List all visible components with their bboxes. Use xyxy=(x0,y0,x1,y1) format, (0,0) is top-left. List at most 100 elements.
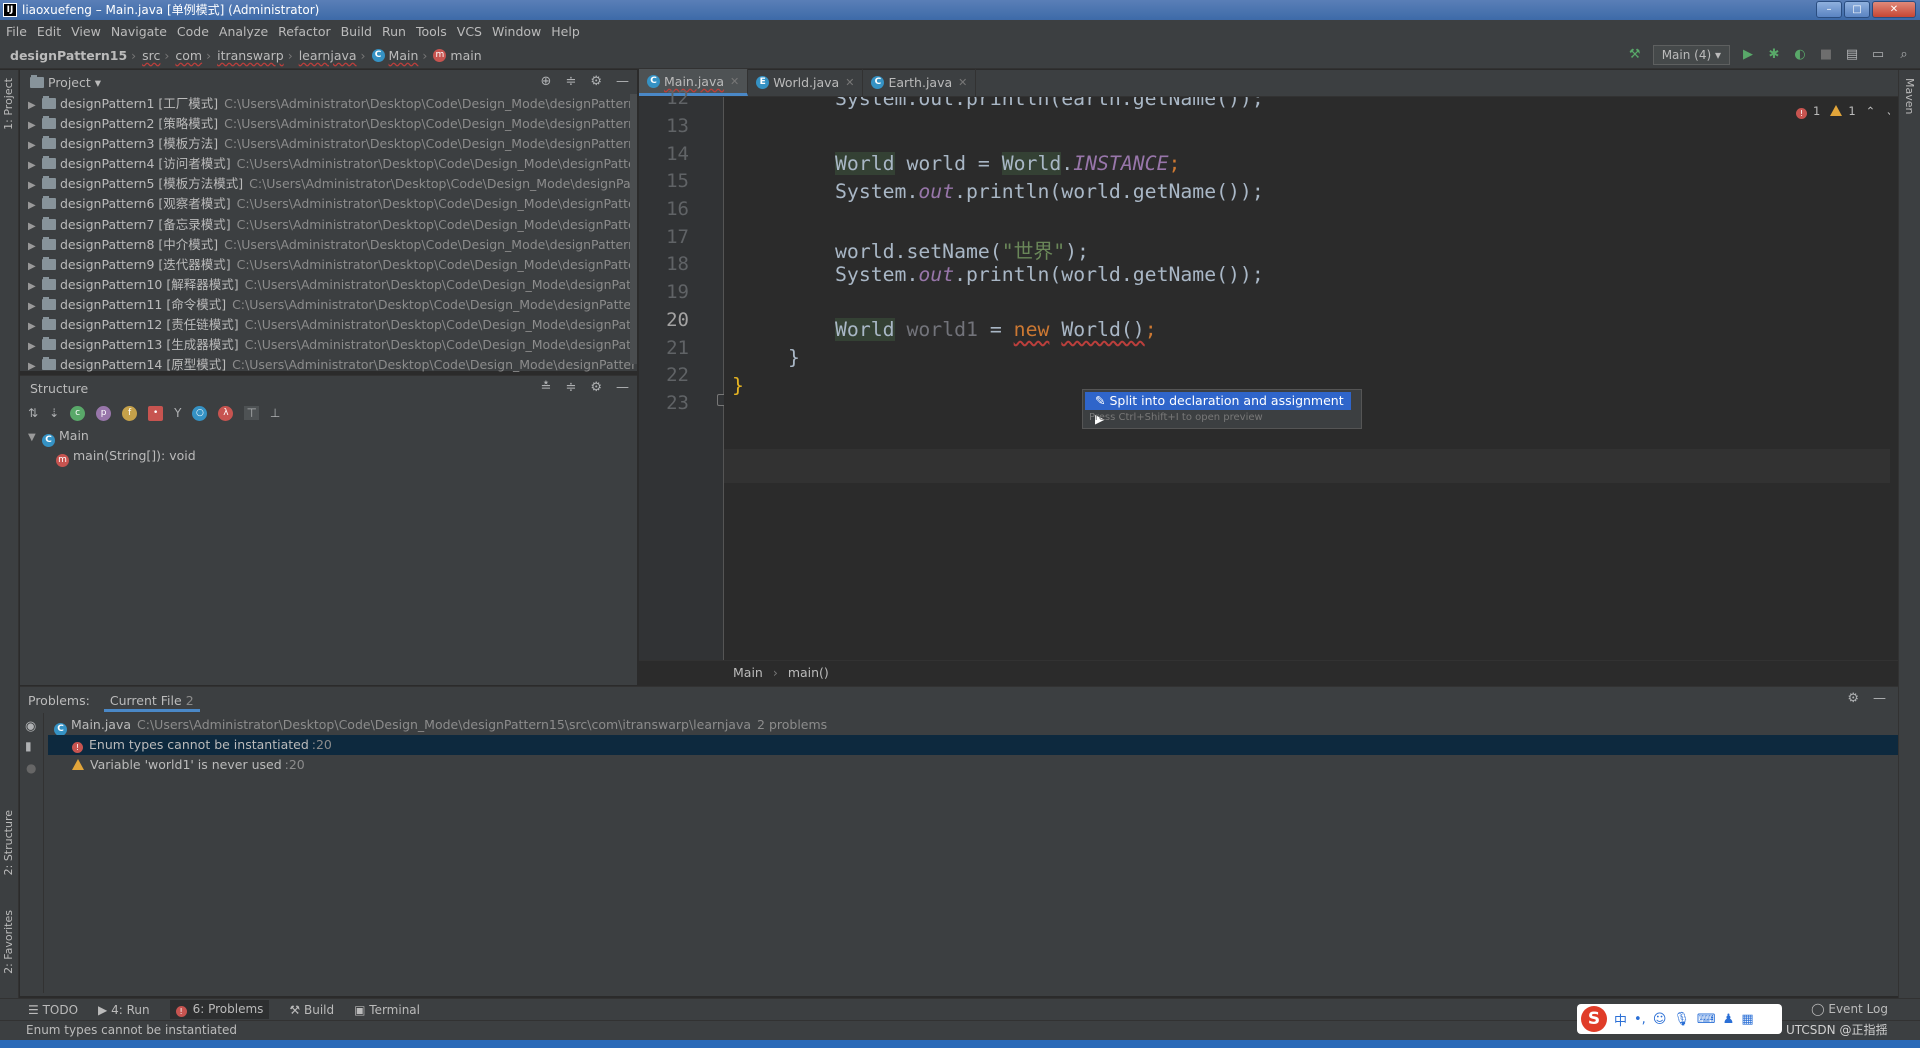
tab-current-file[interactable]: Current File 2 xyxy=(103,689,200,712)
run-tool-button[interactable]: ▶ 4: Run xyxy=(98,1003,150,1017)
ime-user-icon[interactable]: ♟ xyxy=(1723,1012,1735,1027)
collapse-all-icon[interactable]: ≑ xyxy=(565,74,576,89)
project-tree-item[interactable]: ▶ designPattern5 [模板方法模式] C:\Users\Adminis… xyxy=(20,174,637,194)
show-non-public-icon[interactable]: • xyxy=(148,405,164,421)
breadcrumb-main-class[interactable]: Main xyxy=(389,48,419,63)
expand-arrow-icon[interactable]: ▶ xyxy=(28,116,42,134)
todo-tool-button[interactable]: ☰ TODO xyxy=(28,1003,78,1017)
structure-tool-tab[interactable]: 2: Structure xyxy=(2,810,15,875)
previous-highlight-icon[interactable]: ⌃ xyxy=(1866,104,1876,119)
expand-arrow-icon[interactable]: ▶ xyxy=(28,196,42,214)
problems-tool-button[interactable]: ! 6: Problems xyxy=(169,1000,270,1019)
project-tree-item[interactable]: ▶ designPattern3 [模板方法] C:\Users\Administr… xyxy=(20,134,637,154)
breadcrumb-com[interactable]: com xyxy=(175,48,202,63)
inspection-widget[interactable]: !1 1 ⌃ ⌄ xyxy=(1796,104,1895,119)
menu-file[interactable]: File xyxy=(6,24,27,39)
editor-crumb-class[interactable]: Main xyxy=(733,665,763,680)
project-scrollbar[interactable] xyxy=(630,94,637,364)
ime-toolbar[interactable]: S 中 •, ☺ 🎙 ⌨ ♟ ▦ xyxy=(1577,1004,1782,1034)
project-tree-item[interactable]: ▶ designPattern6 [观察者模式] C:\Users\Administ… xyxy=(20,194,637,214)
terminal-tool-button[interactable]: ▣ Terminal xyxy=(354,1003,420,1017)
settings-gear-icon[interactable]: ⚙ xyxy=(1847,691,1859,706)
project-tree-item[interactable]: ▶ designPattern14 [原型模式] C:\Users\Administ… xyxy=(20,355,637,375)
sort-by-visibility-icon[interactable]: ⇅ xyxy=(28,406,38,420)
menu-code[interactable]: Code xyxy=(177,24,209,39)
project-tree-item[interactable]: ▶ designPattern7 [备忘录模式] C:\Users\Administ… xyxy=(20,215,637,235)
show-properties-icon[interactable]: p xyxy=(96,405,112,421)
ime-grid-icon[interactable]: ▦ xyxy=(1741,1012,1753,1027)
menu-refactor[interactable]: Refactor xyxy=(278,24,330,39)
tab-earth-java[interactable]: C Earth.java ✕ xyxy=(863,69,977,96)
lightbulb-icon[interactable]: ● xyxy=(26,761,36,775)
project-tree-item[interactable]: ▶ designPattern12 [责任链模式] C:\Users\Adminis… xyxy=(20,315,637,335)
expand-arrow-icon[interactable]: ▶ xyxy=(28,297,42,315)
menu-window[interactable]: Window xyxy=(492,24,541,39)
intention-action-item[interactable]: ✎ Split into declaration and assignment … xyxy=(1085,392,1351,426)
structure-method-row[interactable]: m main(String[]): void xyxy=(20,446,637,467)
breadcrumb-main-method[interactable]: main xyxy=(450,48,481,63)
filter-icon[interactable]: Y xyxy=(174,406,181,420)
autoscroll-to-source-icon[interactable]: ⊤ xyxy=(244,406,259,420)
problem-row-warning[interactable]: Variable 'world1' is never used:20 xyxy=(48,755,1898,775)
project-structure-icon[interactable]: ▤ xyxy=(1844,47,1860,63)
project-tree-item[interactable]: ▶ designPattern8 [中介模式] C:\Users\Administr… xyxy=(20,235,637,255)
problems-file-row[interactable]: C Main.java C:\Users\Administrator\Desktop… xyxy=(48,715,1898,736)
code-editor[interactable]: System.out.println(earth.getName()); Wor… xyxy=(724,97,1890,660)
menu-view[interactable]: View xyxy=(71,24,101,39)
expand-arrow-icon[interactable]: ▶ xyxy=(28,237,42,255)
project-panel-title[interactable]: Project xyxy=(48,75,91,90)
eye-icon[interactable]: ◉ xyxy=(25,719,36,734)
expand-arrow-icon[interactable]: ▶ xyxy=(28,136,42,154)
problem-row-error[interactable]: ! Enum types cannot be instantiated:20 xyxy=(48,735,1898,755)
ime-emoji-icon[interactable]: ☺ xyxy=(1653,1012,1667,1027)
expand-arrow-icon[interactable]: ▶ xyxy=(28,357,42,375)
show-inherited-icon[interactable]: c xyxy=(70,405,86,421)
expand-all-icon[interactable]: ≛ xyxy=(541,380,552,395)
ime-punctuation-icon[interactable]: •, xyxy=(1634,1012,1646,1027)
project-tree-item[interactable]: ▶ designPattern13 [生成器模式] C:\Users\Adminis… xyxy=(20,335,637,355)
run-configuration-select[interactable]: Main (4) ▾ xyxy=(1652,45,1730,65)
project-tool-tab[interactable]: 1: Project xyxy=(2,78,15,130)
event-log-button[interactable]: ◯ Event Log xyxy=(1811,1002,1888,1016)
ime-language-label[interactable]: 中 xyxy=(1614,1010,1627,1029)
run-icon[interactable]: ▶ xyxy=(1740,47,1756,63)
show-fields-icon[interactable]: f xyxy=(122,405,138,421)
favorites-tool-tab[interactable]: 2: Favorites xyxy=(2,910,15,974)
debug-icon[interactable]: ✱ xyxy=(1766,47,1782,63)
preview-icon[interactable]: ▮ xyxy=(25,739,32,753)
coverage-icon[interactable]: ◐ xyxy=(1792,47,1808,63)
editor-scrollbar[interactable] xyxy=(1890,97,1898,660)
project-tree-item[interactable]: ▶ designPattern4 [访问者模式] C:\Users\Administ… xyxy=(20,154,637,174)
project-tree-item[interactable]: ▶ designPattern11 [命令模式] C:\Users\Administ… xyxy=(20,295,637,315)
maven-tool-tab[interactable]: Maven xyxy=(1903,78,1916,114)
build-hammer-icon[interactable]: ⚒ xyxy=(1627,47,1643,63)
maximize-button[interactable]: □ xyxy=(1844,1,1870,18)
menu-run[interactable]: Run xyxy=(382,24,406,39)
breadcrumb-learnjava[interactable]: learnjava xyxy=(299,48,357,63)
search-icon[interactable]: ⌕ xyxy=(1896,47,1912,63)
expand-arrow-icon[interactable]: ▶ xyxy=(28,257,42,275)
breadcrumb-src[interactable]: src xyxy=(142,48,160,63)
build-tool-button[interactable]: ⚒ Build xyxy=(289,1003,334,1017)
close-tab-icon[interactable]: ✕ xyxy=(730,75,739,88)
menu-navigate[interactable]: Navigate xyxy=(111,24,167,39)
minimize-button[interactable]: – xyxy=(1816,1,1842,18)
menu-build[interactable]: Build xyxy=(341,24,372,39)
autoscroll-from-source-icon[interactable]: ⊥ xyxy=(270,406,280,420)
show-lambdas-icon[interactable]: λ xyxy=(218,405,234,421)
hide-icon[interactable]: — xyxy=(616,380,629,395)
show-anonymous-icon[interactable]: ○ xyxy=(192,405,208,421)
locate-icon[interactable]: ⊕ xyxy=(541,74,552,89)
ime-microphone-icon[interactable]: 🎙 xyxy=(1673,1012,1690,1027)
project-tree-item[interactable]: ▶ designPattern9 [迭代器模式] C:\Users\Administ… xyxy=(20,255,637,275)
project-tree-item[interactable]: ▶ designPattern1 [工厂模式] C:\Users\Administr… xyxy=(20,94,637,114)
collapse-all-icon[interactable]: ≑ xyxy=(565,380,576,395)
expand-arrow-icon[interactable]: ▶ xyxy=(28,277,42,295)
settings-gear-icon[interactable]: ⚙ xyxy=(590,74,602,89)
menu-vcs[interactable]: VCS xyxy=(457,24,482,39)
expand-arrow-icon[interactable]: ▶ xyxy=(28,217,42,235)
expand-arrow-icon[interactable]: ▶ xyxy=(28,317,42,335)
hide-icon[interactable]: — xyxy=(616,74,629,89)
expand-arrow-icon[interactable]: ▶ xyxy=(28,156,42,174)
expand-arrow-icon[interactable]: ▶ xyxy=(28,337,42,355)
